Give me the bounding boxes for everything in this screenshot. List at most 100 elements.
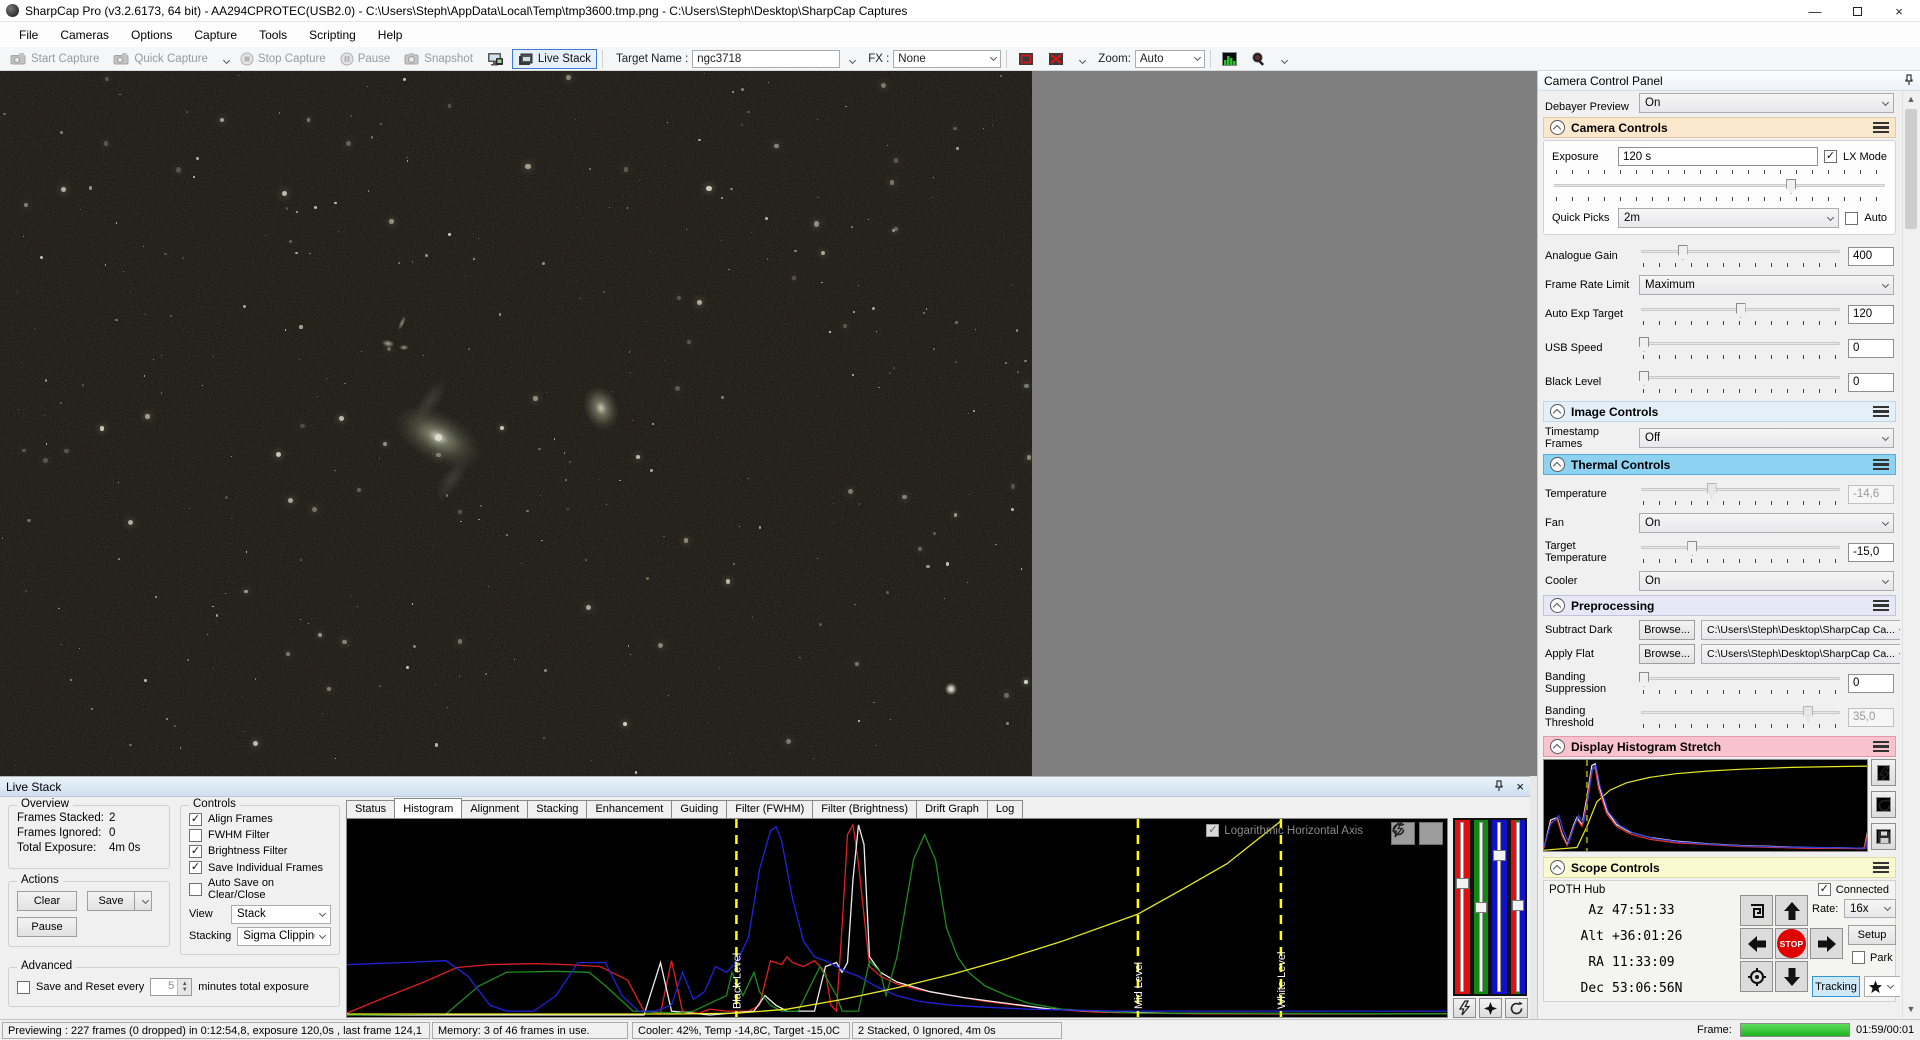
connected-checkbox[interactable]: ✓ [1817, 883, 1831, 896]
blue-channel-slider[interactable] [1492, 820, 1507, 994]
red-channel-slider[interactable] [1455, 820, 1470, 994]
align-frames-checkbox[interactable]: ✓ [189, 812, 202, 826]
tab-log[interactable]: Log [986, 799, 1024, 818]
auto-save-on-clear-close-checkbox[interactable] [189, 882, 202, 896]
slew-down-button[interactable] [1775, 961, 1808, 992]
slider-thumb[interactable] [1706, 483, 1717, 498]
collapse-icon[interactable] [1550, 457, 1565, 472]
dropdown-fan[interactable]: On [1639, 513, 1894, 533]
brightness-filter-checkbox[interactable]: ✓ [189, 844, 202, 858]
dropdown-timestamp-frames[interactable]: Off [1639, 428, 1894, 448]
green-channel-slider[interactable] [1473, 820, 1488, 994]
slider-thumb[interactable] [1639, 672, 1649, 687]
slider-thumb[interactable] [1735, 303, 1746, 318]
slider-thumb[interactable] [1677, 245, 1688, 260]
slider[interactable] [1639, 301, 1842, 327]
target-name-input[interactable]: ngc3718 [692, 49, 841, 68]
panel-scrollbar[interactable]: ▲ ▼ [1902, 91, 1918, 1017]
reticle-icon-button[interactable] [1012, 49, 1040, 69]
setup-button[interactable]: Setup [1848, 925, 1896, 945]
tracking-rate-select[interactable] [1864, 976, 1900, 997]
pin-icon[interactable] [1494, 779, 1504, 794]
tab-status[interactable]: Status [346, 799, 396, 818]
slew-left-button[interactable] [1740, 928, 1773, 959]
stop-capture-button[interactable]: Stop Capture [234, 49, 332, 69]
slider-thumb[interactable] [1687, 541, 1698, 556]
section-menu-icon[interactable] [1873, 600, 1889, 611]
section-display-histogram-stretch[interactable]: Display Histogram Stretch [1543, 736, 1896, 757]
pin-icon[interactable] [1904, 73, 1914, 88]
collapse-icon[interactable] [1550, 860, 1565, 875]
slew-right-button[interactable] [1810, 928, 1843, 959]
exposure-slider[interactable] [1552, 170, 1887, 204]
section-thermal-controls[interactable]: Thermal Controls [1543, 454, 1896, 475]
goto-target-button[interactable] [1740, 961, 1773, 992]
stacking-select[interactable]: Sigma Clipping [237, 926, 332, 946]
clear-button[interactable]: Clear [17, 891, 77, 911]
selection-dropdown-icon[interactable] [1075, 52, 1087, 66]
reset-button[interactable] [1505, 998, 1528, 1018]
pause-button[interactable]: Pause [17, 917, 77, 937]
section-menu-icon[interactable] [1873, 741, 1889, 752]
magnifier-dropdown-icon[interactable] [1277, 52, 1288, 66]
value-box[interactable]: 0 [1848, 338, 1894, 358]
tab-enhancement[interactable]: Enhancement [586, 799, 673, 818]
value-box[interactable]: 0 [1848, 673, 1894, 693]
section-menu-icon[interactable] [1873, 122, 1889, 133]
slider-thumb[interactable] [1639, 337, 1649, 352]
lx-mode-checkbox[interactable]: ✓ [1823, 150, 1837, 163]
slider[interactable] [1639, 335, 1842, 361]
save-button[interactable]: Save [87, 891, 135, 911]
fx-select[interactable]: None [893, 49, 1002, 68]
tab-filter-fwhm-[interactable]: Filter (FWHM) [726, 799, 814, 818]
auto-exposure-checkbox[interactable] [1845, 211, 1859, 225]
section-menu-icon[interactable] [1873, 406, 1889, 417]
levels-button[interactable] [1479, 998, 1502, 1018]
path-dropdown[interactable]: C:\Users\Steph\Desktop\SharpCap Ca... [1701, 644, 1900, 664]
dropdown-frame-rate-limit[interactable]: Maximum [1639, 275, 1894, 295]
view-select[interactable]: Stack [231, 904, 331, 924]
live-stack-button[interactable]: Live Stack [511, 48, 597, 69]
tab-filter-brightness-[interactable]: Filter (Brightness) [812, 799, 918, 818]
all-channel-slider[interactable] [1510, 820, 1525, 994]
clear-reticle-icon-button[interactable] [1042, 49, 1070, 69]
dropdown-debayer-preview[interactable]: On [1639, 93, 1894, 113]
tab-guiding[interactable]: Guiding [671, 799, 728, 818]
menu-scripting[interactable]: Scripting [298, 24, 367, 46]
quick-capture-button[interactable]: Quick Capture [107, 49, 214, 68]
path-dropdown[interactable]: C:\Users\Steph\Desktop\SharpCap Ca... [1701, 620, 1900, 640]
slider[interactable] [1639, 670, 1842, 696]
section-menu-icon[interactable] [1873, 459, 1889, 470]
slider-thumb[interactable] [1803, 706, 1814, 721]
zoom-select[interactable]: Auto [1134, 49, 1205, 68]
slider-thumb[interactable] [1639, 371, 1649, 386]
starfield-image[interactable] [0, 71, 1032, 776]
slew-up-button[interactable] [1775, 895, 1808, 926]
section-image-controls[interactable]: Image Controls [1543, 401, 1896, 422]
menu-cameras[interactable]: Cameras [49, 24, 120, 46]
section-camera-controls[interactable]: Camera Controls [1543, 117, 1896, 138]
slider[interactable] [1639, 369, 1842, 395]
start-capture-button[interactable]: Start Capture [4, 49, 105, 68]
section-scope-controls[interactable]: Scope Controls [1543, 857, 1896, 878]
browse-button[interactable]: Browse... [1639, 620, 1695, 640]
value-box[interactable]: 0 [1848, 372, 1894, 392]
menu-help[interactable]: Help [367, 24, 414, 46]
dropdown-cooler[interactable]: On [1639, 571, 1894, 591]
slider[interactable] [1639, 243, 1842, 269]
close-button[interactable]: × [1878, 0, 1920, 22]
menu-tools[interactable]: Tools [248, 24, 298, 46]
slider-handle[interactable] [1456, 877, 1469, 889]
histogram-canvas[interactable]: Black Level Mid Level White Level [347, 819, 1447, 1017]
log-axis-checkbox[interactable]: ✓ [1206, 824, 1220, 837]
tab-stacking[interactable]: Stacking [527, 799, 588, 818]
value-box[interactable]: 120 [1848, 304, 1894, 324]
histogram-icon-button[interactable] [1216, 49, 1243, 69]
dropdown-arrow-icon[interactable] [219, 52, 230, 66]
reset-button[interactable] [1392, 822, 1443, 845]
slider[interactable] [1639, 704, 1842, 730]
value-box[interactable]: -15,0 [1848, 542, 1894, 562]
stop-button[interactable]: STOP [1775, 928, 1808, 959]
stretch-histogram-plot[interactable] [1543, 759, 1868, 852]
quick-picks-select[interactable]: 2m [1618, 208, 1840, 228]
